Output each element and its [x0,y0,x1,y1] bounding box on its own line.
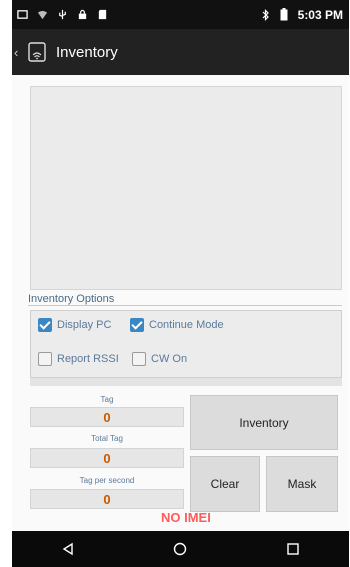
total-tag-label: Total Tag [91,434,123,443]
home-button[interactable] [169,538,191,560]
options-panel-footer [30,377,342,386]
display-pc-checkbox[interactable]: Display PC [38,318,111,332]
page-title: Inventory [56,43,118,61]
cw-on-checkbox[interactable]: CW On [132,352,187,366]
clear-button[interactable]: Clear [190,456,260,512]
back-triangle-icon [62,542,73,556]
sd-card-icon [98,9,107,20]
checkbox-label: Display PC [57,319,112,331]
status-right: 5:03 PM [261,0,343,29]
back-button[interactable] [57,538,79,560]
no-imei-warning: NO IMEI [161,510,211,525]
rfid-app-icon[interactable] [26,41,48,63]
back-chevron-icon[interactable]: ‹ [12,45,22,60]
report-rssi-checkbox[interactable]: Report RSSI [38,352,119,366]
recents-button[interactable] [282,538,304,560]
tag-per-second-label: Tag per second [79,476,135,485]
tag-results-list[interactable] [30,86,342,290]
status-time: 5:03 PM [297,7,343,22]
main-content: Inventory Options Display PC Continue Mo… [12,75,349,531]
action-bar[interactable]: ‹ Inventory [12,29,349,75]
battery-icon [280,8,288,21]
checkbox-unchecked-icon[interactable] [38,352,52,366]
home-circle-icon [174,542,187,556]
lock-icon [78,9,87,20]
notification-icons [12,9,108,20]
checkbox-label: Continue Mode [149,319,224,331]
tag-count-label: Tag [100,395,114,404]
usb-icon [59,9,66,20]
checkbox-label: CW On [151,353,188,365]
phone-screen: 5:03 PM ‹ Inventory Inventory Options Di… [12,0,349,567]
navigation-bar [12,531,349,567]
tag-per-second-value: 0 [30,489,184,509]
checkbox-unchecked-icon[interactable] [132,352,146,366]
checkbox-checked-icon[interactable] [38,318,52,332]
bluetooth-icon [262,8,269,21]
continue-mode-checkbox[interactable]: Continue Mode [130,318,224,332]
mask-button[interactable]: Mask [266,456,338,512]
recents-square-icon [287,543,299,555]
tag-count-value: 0 [30,407,184,427]
status-bar: 5:03 PM [12,0,349,29]
wifi-icon [37,10,48,20]
options-divider [28,305,342,306]
screenshot-icon [17,10,28,19]
inventory-options-title: Inventory Options [28,293,115,305]
checkbox-label: Report RSSI [57,353,119,365]
total-tag-value: 0 [30,448,184,468]
checkbox-checked-icon[interactable] [130,318,144,332]
inventory-button[interactable]: Inventory [190,395,338,450]
